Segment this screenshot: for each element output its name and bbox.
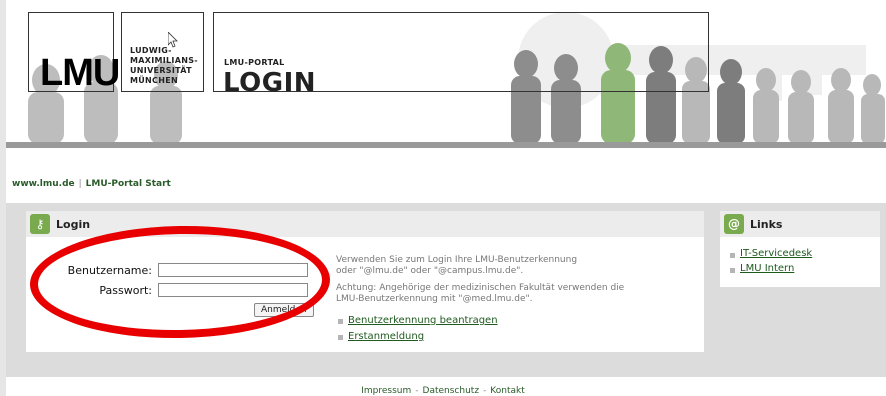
portal-subtitle: LMU-PORTAL — [224, 58, 285, 67]
bullet-icon — [730, 253, 735, 258]
info-line: Verwenden Sie zum Login Ihre LMU-Benutze… — [336, 255, 578, 265]
university-line: LUDWIG- — [130, 46, 172, 55]
key-icon: ⚷ — [30, 214, 50, 234]
info-line: LMU-Benutzerkennung mit "@med.lmu.de". — [336, 294, 533, 304]
breadcrumb-nav: www.lmu.de | LMU-Portal Start — [12, 179, 171, 189]
first-login-link[interactable]: Erstanmeldung — [348, 331, 424, 342]
page: LMU LUDWIG- MAXIMILIANS- UNIVERSITÄT MÜN… — [0, 0, 886, 396]
nav-link-lmu-home[interactable]: www.lmu.de — [12, 179, 75, 189]
header-banner: LMU LUDWIG- MAXIMILIANS- UNIVERSITÄT MÜN… — [6, 0, 886, 150]
login-panel-title: Login — [56, 217, 91, 231]
mouse-cursor-icon — [168, 32, 178, 48]
university-line: UNIVERSITÄT — [130, 66, 192, 75]
footer: Impressum - Datenschutz - Kontakt — [0, 386, 886, 396]
link-it-servicedesk[interactable]: IT-Servicedesk — [740, 248, 812, 259]
at-sign-icon: @ — [724, 214, 744, 234]
link-lmu-intern[interactable]: LMU Intern — [740, 263, 794, 274]
footer-link-datenschutz[interactable]: Datenschutz — [423, 386, 480, 396]
links-panel-title: Links — [750, 217, 783, 231]
lmu-logo[interactable]: LMU — [40, 52, 120, 95]
nav-link-portal-start[interactable]: LMU-Portal Start — [86, 179, 171, 189]
info-line: oder "@lmu.de" oder "@campus.lmu.de". — [336, 266, 524, 276]
university-line: MAXIMILIANS- — [130, 56, 198, 65]
links-panel: @ Links IT-Servicedesk LMU Intern — [720, 211, 880, 287]
footer-link-impressum[interactable]: Impressum — [361, 386, 411, 396]
university-name: LUDWIG- MAXIMILIANS- UNIVERSITÄT MÜNCHEN — [130, 46, 198, 86]
footer-separator: - — [415, 386, 419, 396]
bullet-icon — [338, 319, 343, 324]
bullet-icon — [730, 268, 735, 273]
university-line: MÜNCHEN — [130, 76, 178, 85]
nav-separator: | — [78, 179, 82, 189]
footer-separator: - — [483, 386, 487, 396]
portal-title: LOGIN — [223, 68, 317, 98]
links-panel-header: @ Links — [720, 211, 880, 237]
header-floor-line — [6, 142, 886, 148]
footer-link-kontakt[interactable]: Kontakt — [490, 386, 524, 396]
apply-account-link[interactable]: Benutzerkennung beantragen — [348, 315, 498, 326]
bullet-icon — [338, 335, 343, 340]
login-info-text: Verwenden Sie zum Login Ihre LMU-Benutze… — [336, 255, 624, 305]
info-line: Achtung: Angehörige der medizinischen Fa… — [336, 283, 625, 293]
